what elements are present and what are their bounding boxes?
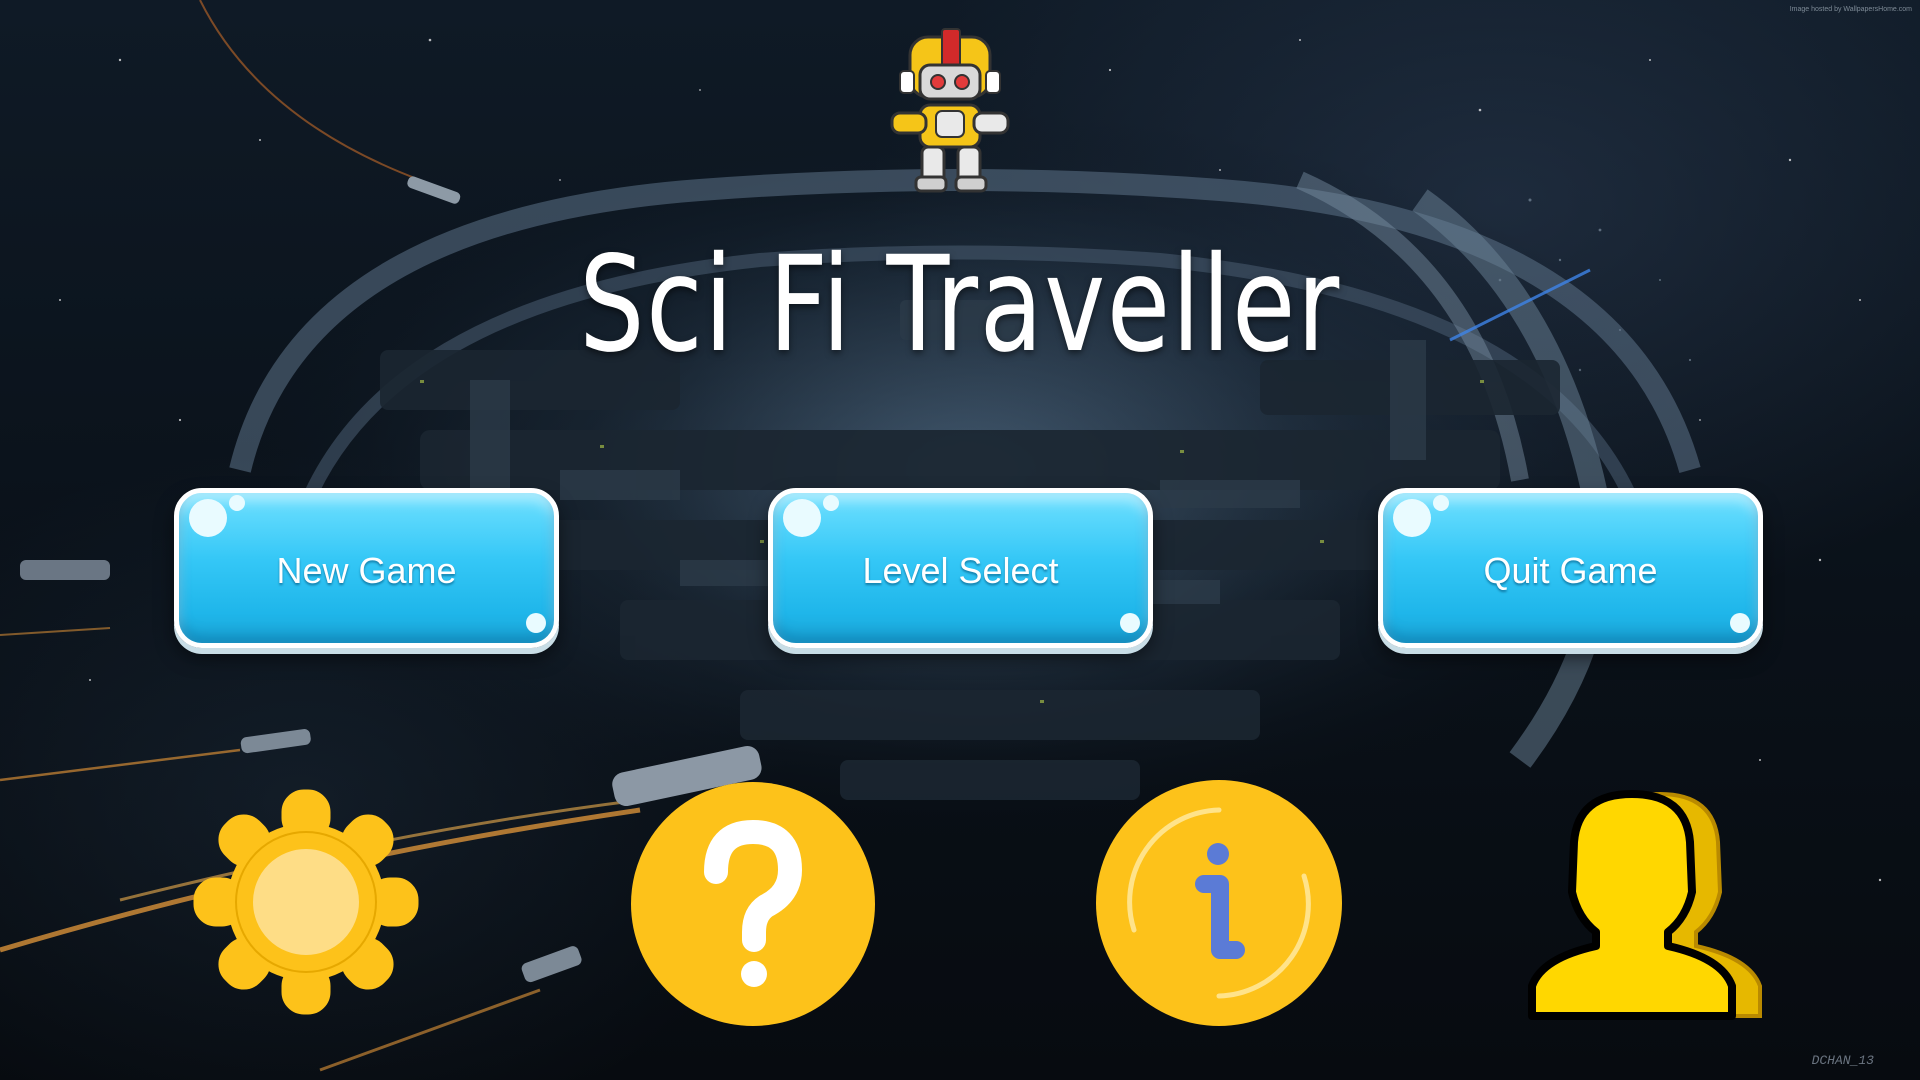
button-shine [189, 499, 227, 537]
gear-icon[interactable] [178, 780, 434, 1025]
quit-game-label: Quit Game [1483, 550, 1658, 591]
quit-game-button[interactable]: Quit Game [1378, 488, 1763, 648]
button-shine [783, 499, 821, 537]
button-shine [823, 495, 839, 511]
question-icon[interactable] [628, 782, 878, 1026]
button-shine [1730, 613, 1750, 633]
button-shine [1433, 495, 1449, 511]
image-credit: Image hosted by WallpapersHome.com [1789, 6, 1912, 13]
info-icon[interactable] [1094, 780, 1344, 1026]
button-shine [229, 495, 245, 511]
button-shine [1120, 613, 1140, 633]
button-shine [1393, 499, 1431, 537]
robot-mascot [890, 28, 1010, 193]
artist-signature: DCHAN_13 [1811, 1053, 1874, 1068]
new-game-label: New Game [276, 550, 457, 591]
new-game-button[interactable]: New Game [174, 488, 559, 648]
level-select-button[interactable]: Level Select [768, 488, 1153, 648]
game-title: Sci Fi Traveller [579, 228, 1341, 382]
level-select-label: Level Select [862, 550, 1059, 591]
users-icon[interactable] [1526, 786, 1766, 1022]
button-shine [526, 613, 546, 633]
